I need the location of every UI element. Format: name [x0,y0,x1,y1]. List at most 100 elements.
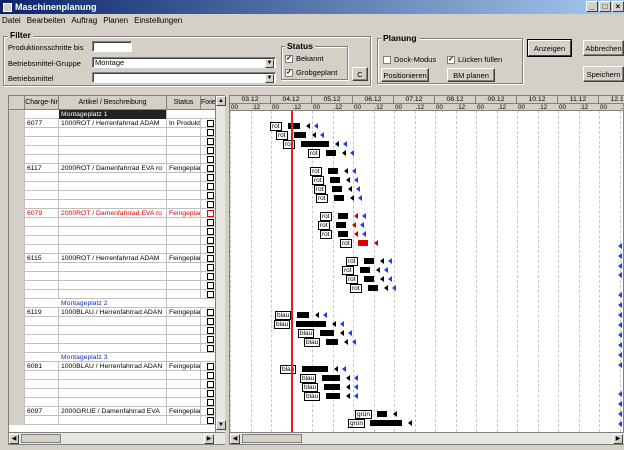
gantt-bar[interactable] [364,258,374,264]
gantt-bar[interactable] [338,231,348,237]
fixiert-checkbox[interactable] [207,156,214,163]
scroll-right-icon[interactable]: ▶ [204,434,214,444]
gantt-bar-label[interactable]: grün [355,410,373,419]
fixiert-checkbox[interactable] [207,345,214,352]
gantt-bar[interactable] [338,213,348,219]
gantt-hscroll-thumb[interactable] [242,434,302,443]
table-row[interactable] [9,290,216,299]
fixiert-checkbox[interactable] [207,372,214,379]
table-row[interactable]: 6119 1000BLAU / Herrenfahrrad ADAN Feingep… [9,308,216,317]
abbrechen-button[interactable]: Abbrechen [583,40,624,56]
table-row[interactable]: 6117 2000ROT / Damenfahrrad EVA ro Feingep… [9,164,216,173]
gantt-bar-label[interactable]: rot [320,230,332,239]
close-button[interactable]: × [612,1,624,12]
fixiert-checkbox[interactable] [207,399,214,406]
fixiert-checkbox[interactable] [207,237,214,244]
menu-einstellungen[interactable]: Einstellungen [134,16,182,25]
header-status[interactable]: Status [167,96,201,110]
group-row[interactable]: Montageplatz 2 [9,299,216,308]
group-row[interactable]: Montageplatz 1 [9,110,216,119]
fixiert-checkbox[interactable] [207,192,214,199]
anzeigen-button[interactable]: Anzeigen [528,40,571,56]
table-row[interactable]: 6115 1000ROT / Herrenfahrrad ADAM Feingepl… [9,254,216,263]
gantt-bar[interactable] [358,240,368,246]
group-row[interactable]: Montageplatz 3 [9,353,216,362]
table-vscrollbar[interactable]: ▲ ▼ [215,96,226,432]
gantt-bar[interactable] [332,186,342,192]
maximize-button[interactable]: □ [599,1,611,12]
gantt-bar-label[interactable]: blau [298,329,315,338]
gantt-bar-label[interactable]: rot [340,239,352,248]
table-row[interactable] [9,389,216,398]
table-row[interactable]: 6081 1000BLAU / Herrenfahrrad ADAN Feingep… [9,362,216,371]
gantt-bar[interactable] [324,384,340,390]
gantt-bar-label[interactable]: grün [348,419,366,428]
fixiert-checkbox[interactable] [207,210,214,217]
gantt-bar[interactable] [360,267,370,273]
fixiert-checkbox[interactable] [207,129,214,136]
fixiert-checkbox[interactable] [207,264,214,271]
dock-checkbox[interactable]: Dock-Modus [383,55,436,65]
gantt-bar-label[interactable]: rot [342,266,354,275]
fixiert-checkbox[interactable] [207,291,214,298]
gantt-bar[interactable] [336,222,346,228]
gantt-bar-label[interactable]: rot [316,194,328,203]
table-row[interactable] [9,380,216,389]
scroll-down-icon[interactable]: ▼ [216,420,226,430]
gantt-hscrollbar[interactable]: ◀ ▶ [230,432,624,444]
bm-planen-button[interactable]: BM planen [447,68,495,82]
header-fixiert[interactable]: Fixiert [201,96,216,110]
gantt-bar-label[interactable]: rot [318,221,330,230]
gantt-bar-label[interactable]: rot [350,284,362,293]
c-button[interactable]: C [352,67,368,81]
table-row[interactable] [9,344,216,353]
gantt-bar[interactable] [297,312,309,318]
speichern-button[interactable]: Speichern [583,66,624,82]
table-row[interactable] [9,281,216,290]
table-row[interactable] [9,200,216,209]
gantt-bar[interactable] [330,177,340,183]
minimize-button[interactable]: _ [586,1,598,12]
gantt-bar-label[interactable]: rot [312,176,324,185]
gantt-bar[interactable] [326,393,340,399]
fixiert-checkbox[interactable] [207,201,214,208]
gantt-bar[interactable] [368,285,378,291]
gantt-bar[interactable] [370,420,402,426]
table-row[interactable] [9,272,216,281]
table-row[interactable] [9,227,216,236]
scroll-left-icon[interactable]: ◀ [9,434,19,444]
fixiert-checkbox[interactable] [207,417,214,424]
fixiert-checkbox[interactable] [207,408,214,415]
gantt-bar-label[interactable]: blau [302,383,319,392]
gantt-bar[interactable] [328,168,338,174]
table-row[interactable] [9,236,216,245]
fixiert-checkbox[interactable] [207,174,214,181]
fixiert-checkbox[interactable] [207,246,214,253]
gantt-bar-label[interactable]: rot [314,185,326,194]
gantt-bar-label[interactable]: rot [270,122,282,131]
fixiert-checkbox[interactable] [207,120,214,127]
grobgeplant-checkbox[interactable]: ✓ Grobgeplant [285,68,337,78]
gantt-bar[interactable] [296,321,326,327]
bm-select[interactable]: ▼ [92,72,276,83]
fixiert-checkbox[interactable] [207,336,214,343]
gantt-bar[interactable] [322,375,340,381]
table-row[interactable] [9,263,216,272]
table-row[interactable] [9,191,216,200]
gantt-bar[interactable] [326,339,338,345]
header-artikel[interactable]: Artikel / Beschreibung [59,96,167,110]
table-row[interactable] [9,218,216,227]
table-row[interactable] [9,398,216,407]
fixiert-checkbox[interactable] [207,381,214,388]
hscroll-thumb[interactable] [21,434,61,443]
gantt-bar-label[interactable]: blau [275,311,292,320]
fixiert-checkbox[interactable] [207,327,214,334]
table-row[interactable] [9,326,216,335]
gantt-bar-label[interactable]: rot [346,257,358,266]
fixiert-checkbox[interactable] [207,390,214,397]
table-hscrollbar[interactable]: ◀ ▶ [9,432,225,444]
fixiert-checkbox[interactable] [207,282,214,289]
gantt-bar-label[interactable]: blau [300,374,317,383]
table-row[interactable] [9,146,216,155]
table-row[interactable] [9,371,216,380]
